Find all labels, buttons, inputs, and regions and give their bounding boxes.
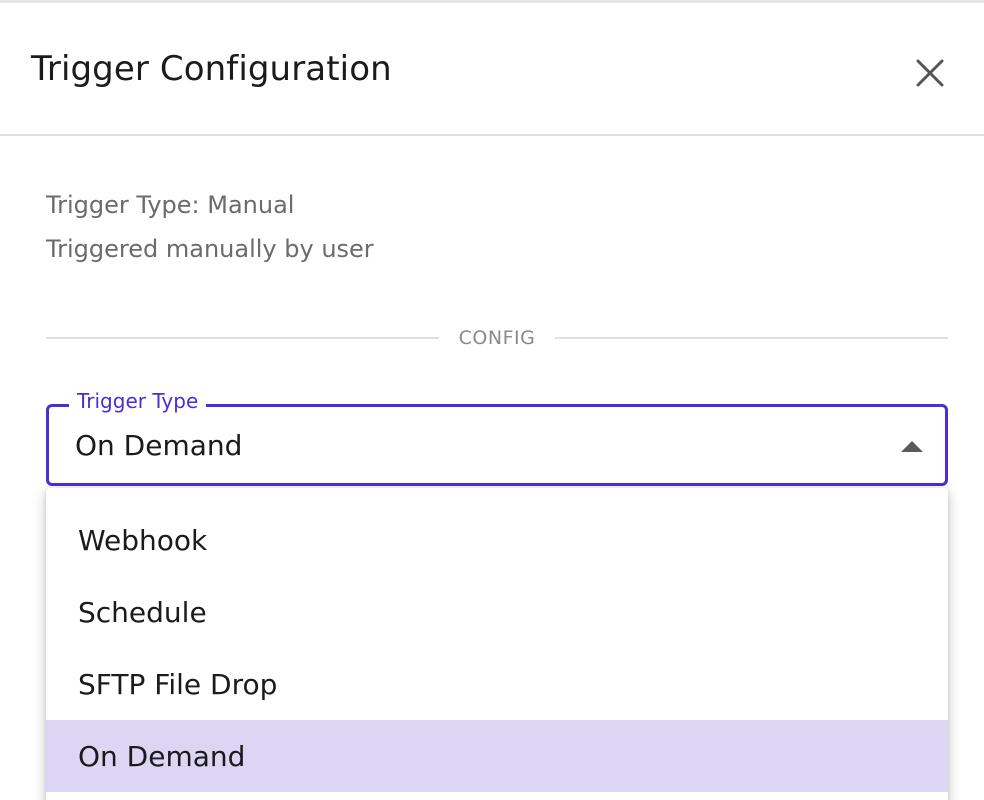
trigger-type-menu: Webhook Schedule SFTP File Drop On Deman… bbox=[46, 488, 948, 800]
close-button[interactable] bbox=[906, 49, 954, 97]
trigger-description: Triggered manually by user bbox=[46, 235, 374, 263]
divider-line-right bbox=[555, 337, 949, 339]
menu-item-on-demand[interactable]: On Demand bbox=[46, 720, 948, 792]
select-value: On Demand bbox=[75, 429, 243, 462]
menu-item-schedule[interactable]: Schedule bbox=[46, 576, 948, 648]
divider-label: CONFIG bbox=[458, 327, 536, 349]
trigger-config-dialog: Trigger Configuration Trigger Type: Manu… bbox=[0, 0, 984, 800]
divider-line-left bbox=[46, 337, 439, 339]
dialog-title: Trigger Configuration bbox=[31, 49, 392, 89]
menu-item-sftp-file-drop[interactable]: SFTP File Drop bbox=[46, 648, 948, 720]
select-label: Trigger Type bbox=[69, 389, 207, 413]
close-icon bbox=[916, 59, 944, 87]
config-divider: CONFIG bbox=[46, 320, 949, 356]
dialog-header: Trigger Configuration bbox=[0, 3, 984, 136]
trigger-type-select[interactable]: Trigger Type On Demand bbox=[46, 389, 948, 486]
menu-item-webhook[interactable]: Webhook bbox=[46, 504, 948, 576]
trigger-type-info: Trigger Type: Manual bbox=[46, 191, 295, 219]
caret-up-icon[interactable] bbox=[901, 441, 923, 452]
